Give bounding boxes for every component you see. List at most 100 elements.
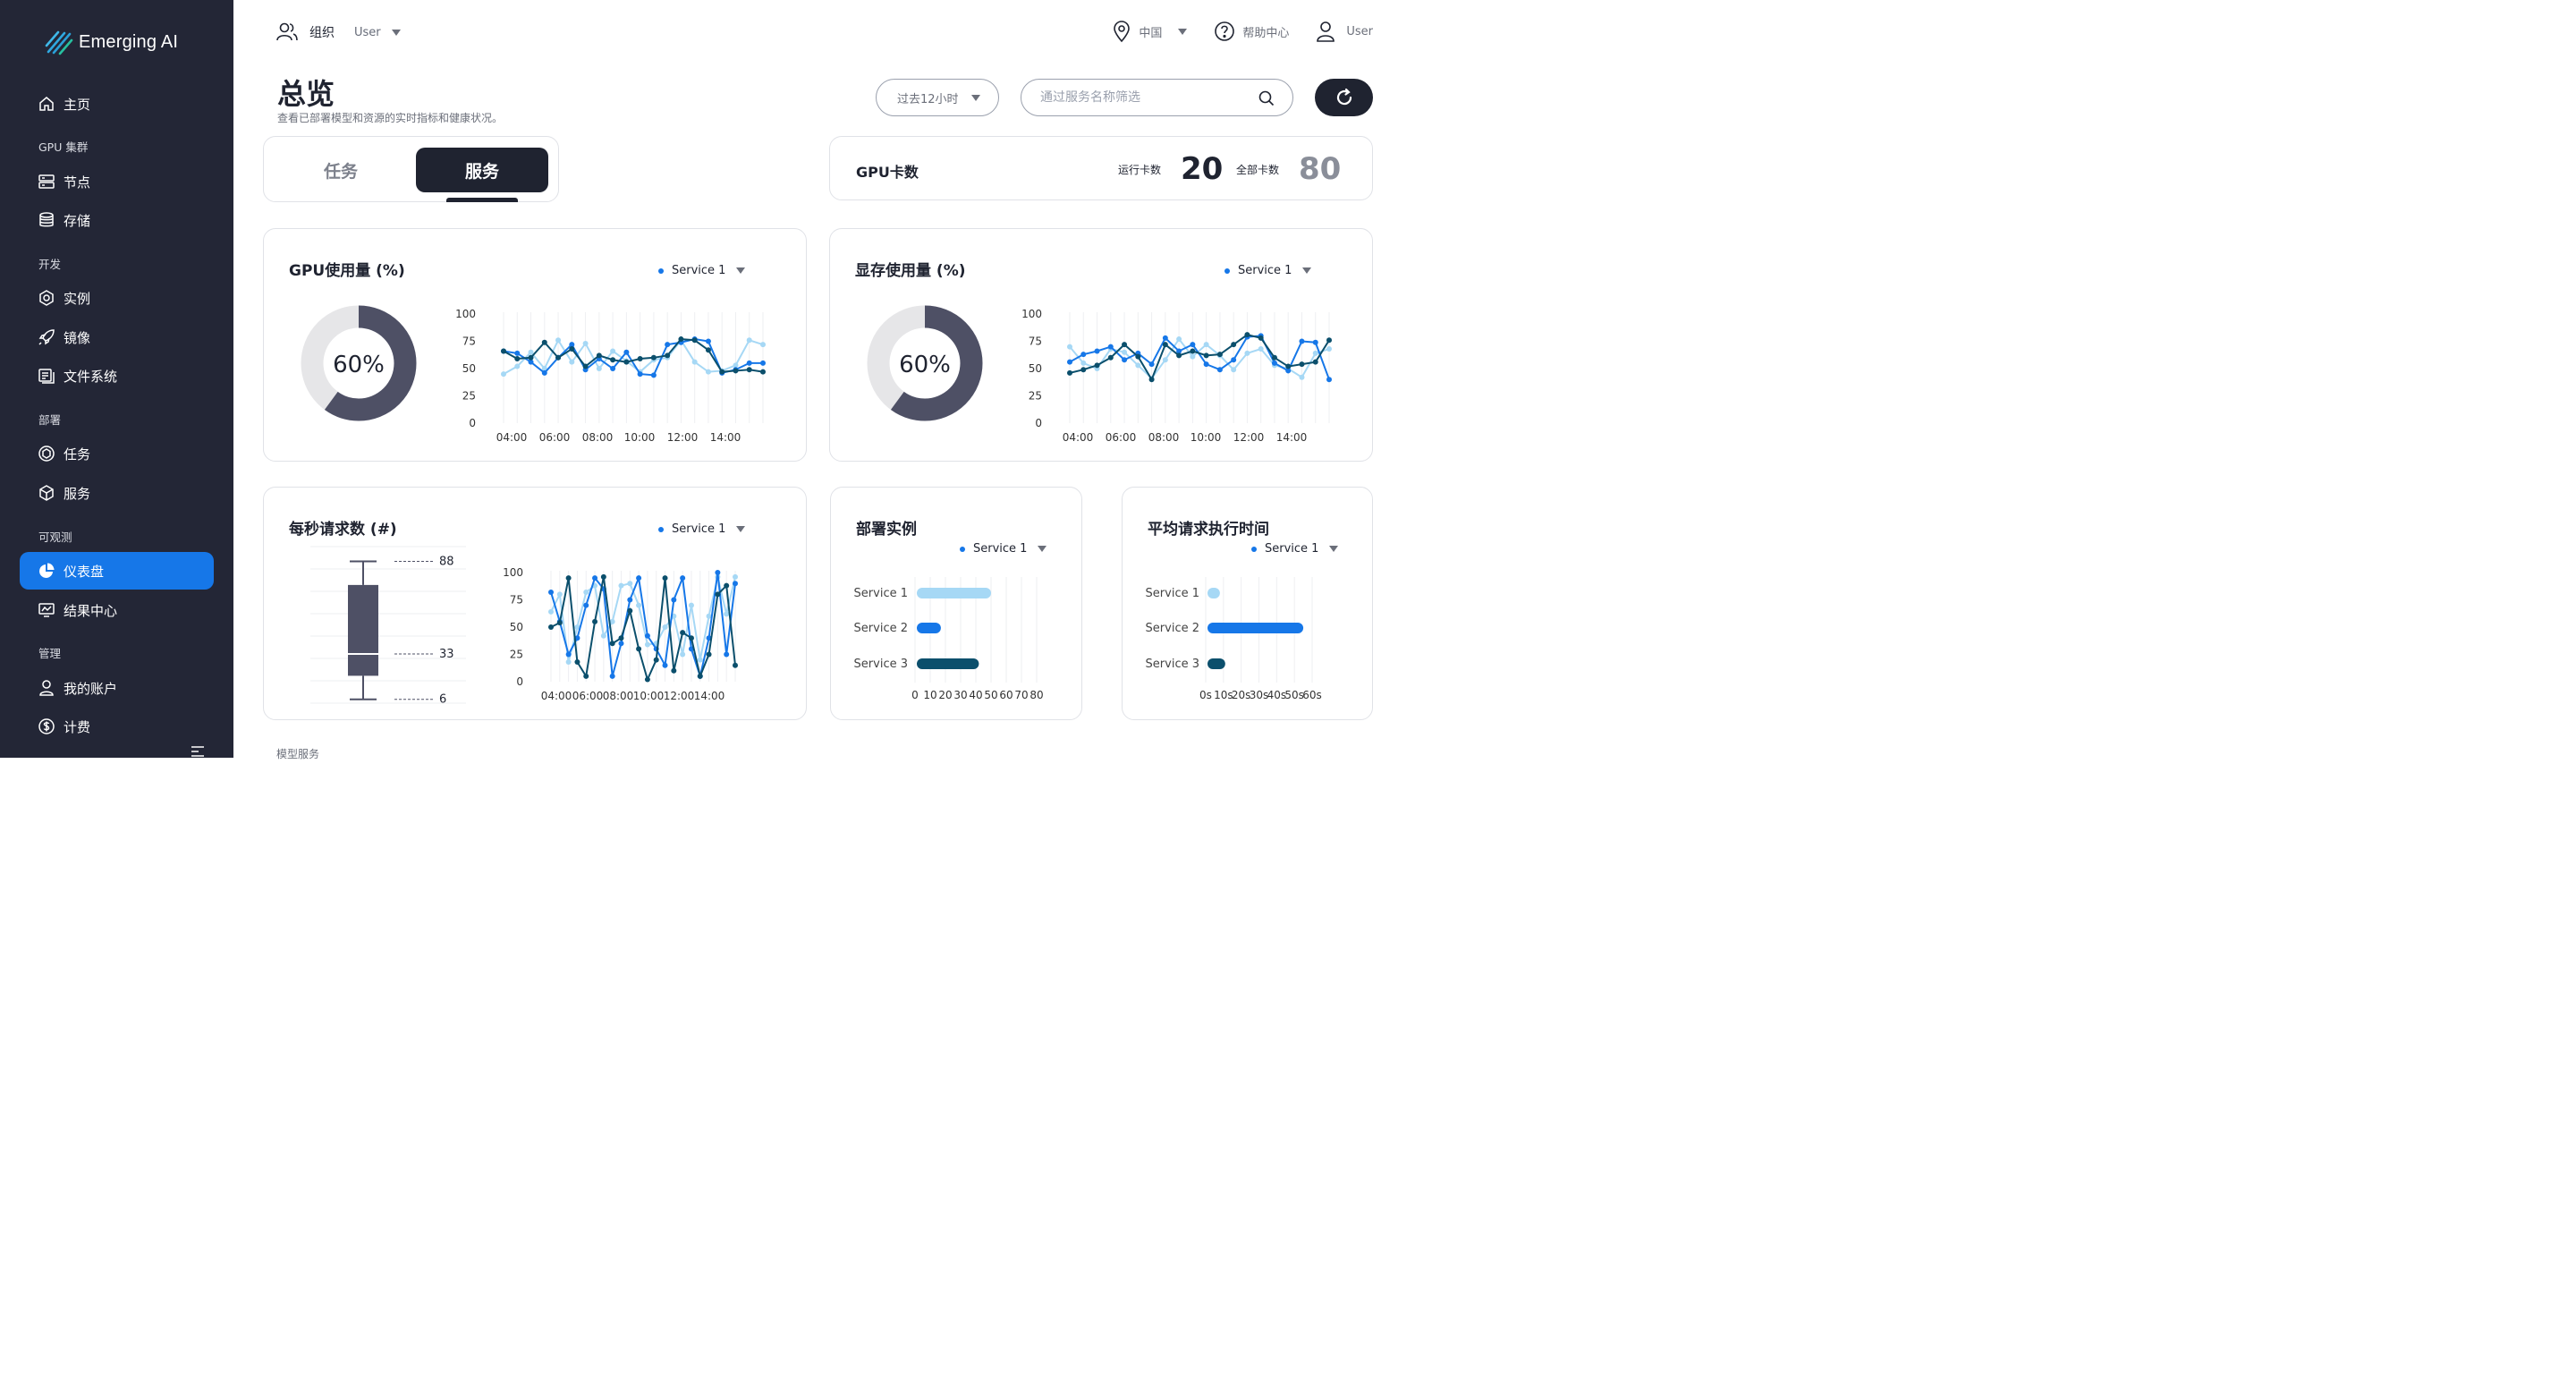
x-tick-label: 06:00 [539,431,571,444]
time-range-select[interactable]: 过去12小时 [876,79,999,116]
org-label: 组织 [309,26,335,40]
data-point [680,575,686,581]
x-tick-label: 06:00 [572,690,604,702]
service-search[interactable] [1021,79,1293,116]
data-point [1135,362,1141,369]
sidebar-item-storage[interactable]: 存储 [20,201,214,239]
data-point [705,338,711,344]
data-point [623,359,630,365]
collapse-sidebar-icon[interactable] [190,744,206,757]
data-point [548,608,554,615]
x-tick-label: 04:00 [541,690,572,702]
sidebar-item-account[interactable]: 我的账户 [20,669,214,707]
category-label: Service 1 [854,587,908,600]
bar [1208,658,1225,669]
data-point [1067,344,1072,350]
org-switcher[interactable]: 组织 User [275,21,401,43]
data-point [1203,342,1209,348]
data-point [514,363,521,369]
y-tick-label: 50 [510,621,523,633]
data-point [1162,335,1168,341]
data-point [610,357,616,363]
organization-icon [276,22,298,41]
data-point [691,359,698,365]
data-point [609,641,615,647]
data-point [1231,357,1237,363]
data-point [746,337,752,344]
data-point [636,602,642,608]
x-tick-label: 0 [911,689,919,701]
time-range-value: 过去12小时 [897,92,959,106]
server-icon [38,174,55,189]
latency-bar-chart: 0s 10s20s30s40s50s60s Service 1 Service 2 Se… [1146,577,1322,701]
x-tick-label: 50s [1284,689,1304,701]
tab-tasks[interactable]: 任务 [275,148,407,192]
data-point [596,366,602,371]
sidebar-item-home[interactable]: 主页 [20,85,214,123]
sidebar-item-label: 仪表盘 [64,563,105,580]
data-point [618,582,624,589]
app-logo[interactable]: Emerging AI [45,29,178,55]
sidebar-item-billing[interactable]: 计费 [20,708,214,745]
data-point [653,657,659,663]
y-tick-label: 100 [1021,308,1042,320]
x-tick-label: 10 [923,689,936,701]
data-point [1107,354,1114,361]
data-point [1122,349,1128,355]
sidebar-item-services[interactable]: 服务 [20,474,214,512]
data-point [610,348,616,354]
sidebar-item-tasks[interactable]: 任务 [20,435,214,472]
memory-usage-chart-area: 60% 0 25 50 75 100 04:00 06:00 08:00 10:00 12:00 1… [867,305,1332,444]
sidebar-item-label: 计费 [64,718,91,735]
data-point [1203,352,1209,359]
x-tick-label: 50 [984,689,997,701]
data-point [1299,361,1305,368]
search-icon[interactable] [1258,90,1275,106]
avg-request-time-card: 平均请求执行时间 Service 1 0s 10s 20s 30s 40s 50s 60s S… [1122,487,1373,720]
region-selector[interactable]: 中国 [1112,20,1188,43]
search-input[interactable] [1040,90,1255,105]
sidebar-item-dashboard[interactable]: 仪表盘 [20,552,214,590]
x-tick-label: 70 [1014,689,1028,701]
data-point [1326,377,1332,383]
data-point [1080,360,1087,366]
tab-services[interactable]: 服务 [416,148,548,192]
sidebar-item-filesystem[interactable]: 文件系统 [20,357,214,395]
data-point [600,573,606,580]
user-menu[interactable]: User [1316,21,1373,42]
data-point [1148,377,1155,383]
x-tick-label: 14:00 [694,690,725,702]
category-label: Service 2 [1146,622,1199,635]
help-center-link[interactable]: 帮助中心 [1214,21,1289,42]
data-point [556,620,563,626]
sidebar-item-images[interactable]: 镜像 [20,318,214,356]
data-point [691,337,698,344]
sidebar-item-instances[interactable]: 实例 [20,279,214,317]
gpu-count-title: GPU卡数 [856,164,919,181]
view-tabs: 任务 服务 [263,136,559,202]
data-point [636,575,642,581]
page-subtitle: 查看已部署模型和资源的实时指标和健康状况。 [277,112,504,124]
data-point [636,646,642,652]
data-point [556,591,563,598]
data-point [1080,352,1087,358]
gpu-usage-card: GPU使用量 (%) Service 1 60% 0 25 50 75 100 04:00… [263,228,807,462]
data-point [592,618,598,624]
data-point [662,662,668,668]
data-point [637,356,643,362]
data-point [583,673,589,679]
data-point [548,624,554,630]
sidebar-item-results[interactable]: 结果中心 [20,591,214,629]
chevron-down-icon [971,95,980,101]
sidebar-item-label: 节点 [64,174,91,191]
sidebar: Emerging AI 主页 GPU 集群 节点 存储 开发 实例 镜像 文件系… [0,0,233,758]
region-label: 中国 [1139,26,1163,40]
x-tick-label: 80 [1030,689,1043,701]
x-tick-label: 20 [938,689,952,701]
data-point [1244,332,1250,338]
data-point [719,369,725,375]
refresh-button[interactable] [1315,79,1373,116]
data-point [715,591,721,598]
sidebar-item-nodes[interactable]: 节点 [20,163,214,200]
data-point [1312,339,1318,345]
